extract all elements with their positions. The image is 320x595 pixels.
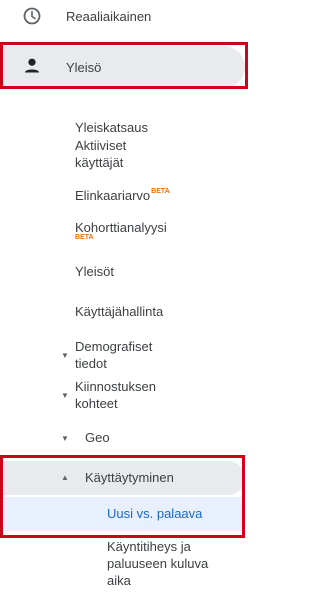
nav-item-audiences[interactable]: Yleisöt [0, 262, 245, 282]
nav-item-lifetime-value[interactable]: ElinkaariarvoBETA [0, 185, 245, 209]
nav-item-cohort-analysis[interactable]: Kohorttianalyysi BETA [0, 220, 245, 250]
nav-label-cohort-analysis: Kohorttianalyysi BETA [75, 220, 167, 241]
caret-down-icon: ▼ [61, 351, 69, 360]
nav-label-audience: Yleisö [66, 60, 102, 75]
nav-item-new-vs-returning[interactable]: Uusi vs. palaava [0, 497, 245, 531]
beta-badge: BETA [151, 188, 170, 195]
nav-label-interests: Kiinnostuksen kohteet [75, 379, 156, 411]
nav-label-frequency-recency: Käyntitiheys ja paluuseen kuluva aika [107, 539, 209, 588]
nav-label-behavior: Käyttäytyminen [85, 470, 174, 485]
nav-label-geo: Geo [85, 430, 110, 445]
nav-label-new-vs-returning: Uusi vs. palaava [107, 506, 203, 521]
nav-item-user-explorer[interactable]: Käyttäjähallinta [0, 302, 245, 322]
nav-label-lifetime-value: ElinkaariarvoBETA [75, 188, 170, 203]
nav-group-interests[interactable]: ▼ Kiinnostuksen kohteet [0, 376, 245, 416]
nav-label-audiences: Yleisöt [75, 264, 115, 279]
clock-icon [22, 6, 42, 26]
nav-item-frequency-recency[interactable]: Käyntitiheys ja paluuseen kuluva aika [0, 538, 245, 590]
nav-item-audience[interactable]: Yleisö [0, 46, 245, 88]
nav-label-overview: Yleiskatsaus [75, 120, 148, 135]
beta-badge: BETA [75, 234, 94, 241]
person-icon [22, 56, 42, 76]
nav-label-active-users: Aktiiviset käyttäjät [75, 138, 127, 170]
nav-group-behavior[interactable]: ▲ Käyttäytyminen [0, 461, 245, 495]
caret-up-icon: ▲ [61, 473, 69, 482]
caret-down-icon: ▼ [61, 434, 69, 443]
nav-item-realtime[interactable]: Reaaliaikainen [0, 0, 245, 34]
nav-group-geo[interactable]: ▼ Geo [0, 428, 245, 448]
nav-label-demographics: Demografiset tiedot [75, 339, 153, 371]
nav-item-active-users[interactable]: Aktiiviset käyttäjät [0, 135, 245, 175]
nav-label-realtime: Reaaliaikainen [66, 9, 152, 24]
nav-label-user-explorer: Käyttäjähallinta [75, 304, 164, 319]
caret-down-icon: ▼ [61, 391, 69, 400]
sidebar-nav: Reaaliaikainen Yleisö Yleiskatsaus Aktii… [0, 0, 263, 595]
nav-group-demographics[interactable]: ▼ Demografiset tiedot [0, 336, 245, 376]
